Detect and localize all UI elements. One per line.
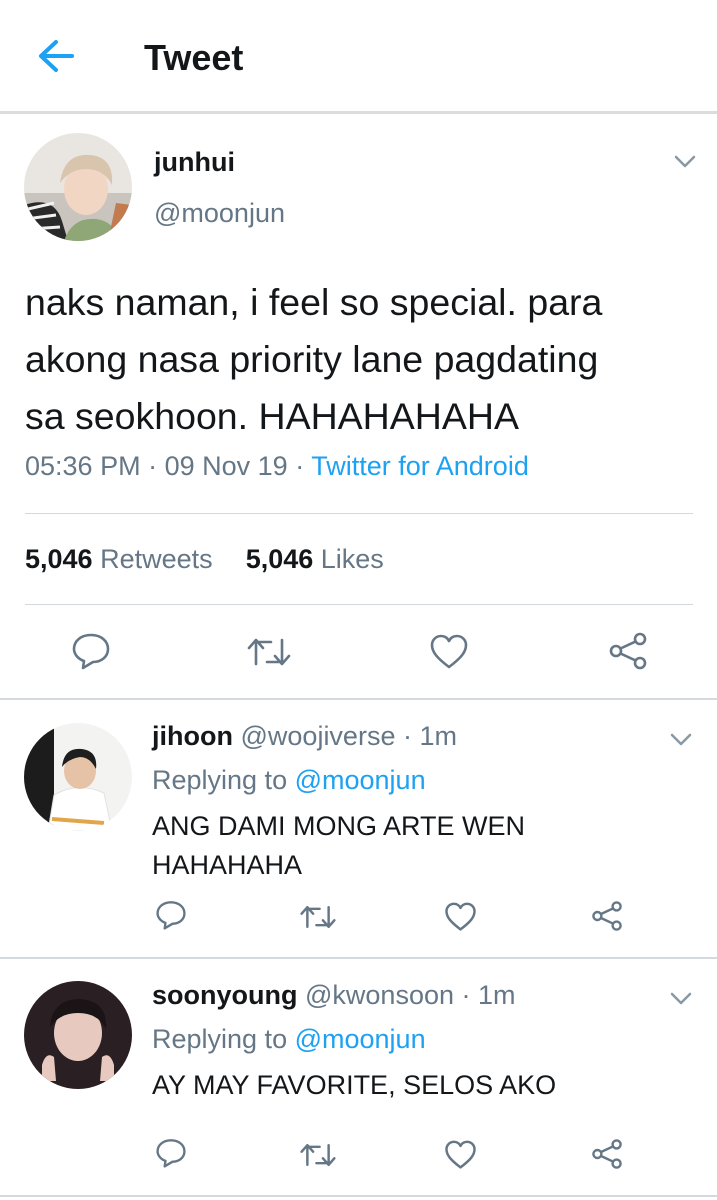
avatar[interactable] [24, 981, 132, 1089]
retweets-count: 5,046 [25, 544, 93, 574]
tweet-author-handle[interactable]: @moonjun [154, 198, 285, 229]
reply-header: soonyoung @kwonsoon · 1m [152, 980, 516, 1011]
reply-icon[interactable] [71, 632, 111, 670]
tweet-client-link[interactable]: Twitter for Android [311, 451, 529, 481]
meta-separator: · [148, 451, 158, 481]
retweet-icon[interactable] [300, 1140, 336, 1170]
likes-count: 5,046 [245, 544, 314, 574]
tweet-stats: 5,046 Retweets 5,046 Likes [25, 544, 384, 575]
reply-text: ANG DAMI MONG ARTE WEN HAHAHAHA [152, 807, 525, 885]
share-icon[interactable] [590, 900, 624, 932]
reply-author-name[interactable]: soonyoung [152, 980, 297, 1010]
retweets-label: Retweets [100, 544, 213, 574]
divider [0, 957, 717, 959]
avatar[interactable] [24, 723, 132, 831]
tweet-text: naks naman, i feel so special. para akon… [25, 274, 602, 445]
header-shadow [0, 111, 717, 114]
reply-text: AY MAY FAVORITE, SELOS AKO [152, 1066, 556, 1105]
reply-author-name[interactable]: jihoon [152, 721, 233, 751]
reply-text-line: HAHAHAHA [152, 850, 303, 880]
chevron-down-icon[interactable] [670, 733, 692, 747]
header-bar: Tweet [0, 0, 717, 112]
tweet-text-line: sa seokhoon. HAHAHAHAHA [25, 395, 519, 437]
tweet-time: 05:36 PM [25, 451, 141, 481]
reply-timestamp: · 1m [461, 980, 516, 1010]
reply-author-handle[interactable]: @woojiverse [241, 721, 396, 751]
reply-text-line: AY MAY FAVORITE, SELOS AKO [152, 1070, 557, 1100]
likes-label: Likes [320, 544, 384, 574]
like-icon[interactable] [429, 634, 469, 670]
replying-to-label: Replying to [152, 1024, 288, 1054]
share-icon[interactable] [590, 1138, 624, 1170]
tweet-text-line: akong nasa priority lane pagdating [25, 338, 599, 380]
tweet-date: 09 Nov 19 [164, 451, 288, 481]
likes-stat[interactable]: 5,046 Likes [246, 544, 384, 574]
replying-to: Replying to @moonjun [152, 1024, 426, 1055]
replying-to-handle[interactable]: @moonjun [295, 1024, 426, 1054]
reply-header: jihoon @woojiverse · 1m [152, 721, 457, 752]
divider [25, 604, 693, 605]
tweet-author-name[interactable]: junhui [154, 147, 235, 178]
meta-separator: · [295, 451, 305, 481]
tweet-meta: 05:36 PM · 09 Nov 19 · Twitter for Andro… [25, 451, 529, 482]
back-arrow-icon[interactable] [36, 38, 76, 74]
chevron-down-icon[interactable] [674, 155, 696, 169]
retweet-icon[interactable] [300, 902, 336, 932]
retweets-stat[interactable]: 5,046 Retweets [25, 544, 213, 574]
divider [0, 1195, 717, 1197]
avatar[interactable] [24, 133, 132, 241]
like-icon[interactable] [444, 1140, 477, 1170]
divider [25, 513, 693, 514]
divider [0, 698, 717, 700]
retweet-icon[interactable] [247, 634, 291, 670]
replying-to: Replying to @moonjun [152, 765, 426, 796]
chevron-down-icon[interactable] [670, 992, 692, 1006]
reply-icon[interactable] [155, 900, 187, 930]
reply-timestamp: · 1m [402, 721, 457, 751]
tweet-text-line: naks naman, i feel so special. para [25, 281, 603, 323]
page-title: Tweet [144, 37, 244, 78]
reply-text-line: ANG DAMI MONG ARTE WEN [152, 811, 526, 841]
replying-to-label: Replying to [152, 765, 288, 795]
like-icon[interactable] [444, 902, 477, 932]
share-icon[interactable] [607, 631, 649, 671]
reply-icon[interactable] [155, 1138, 187, 1168]
replying-to-handle[interactable]: @moonjun [295, 765, 426, 795]
reply-author-handle[interactable]: @kwonsoon [305, 980, 454, 1010]
